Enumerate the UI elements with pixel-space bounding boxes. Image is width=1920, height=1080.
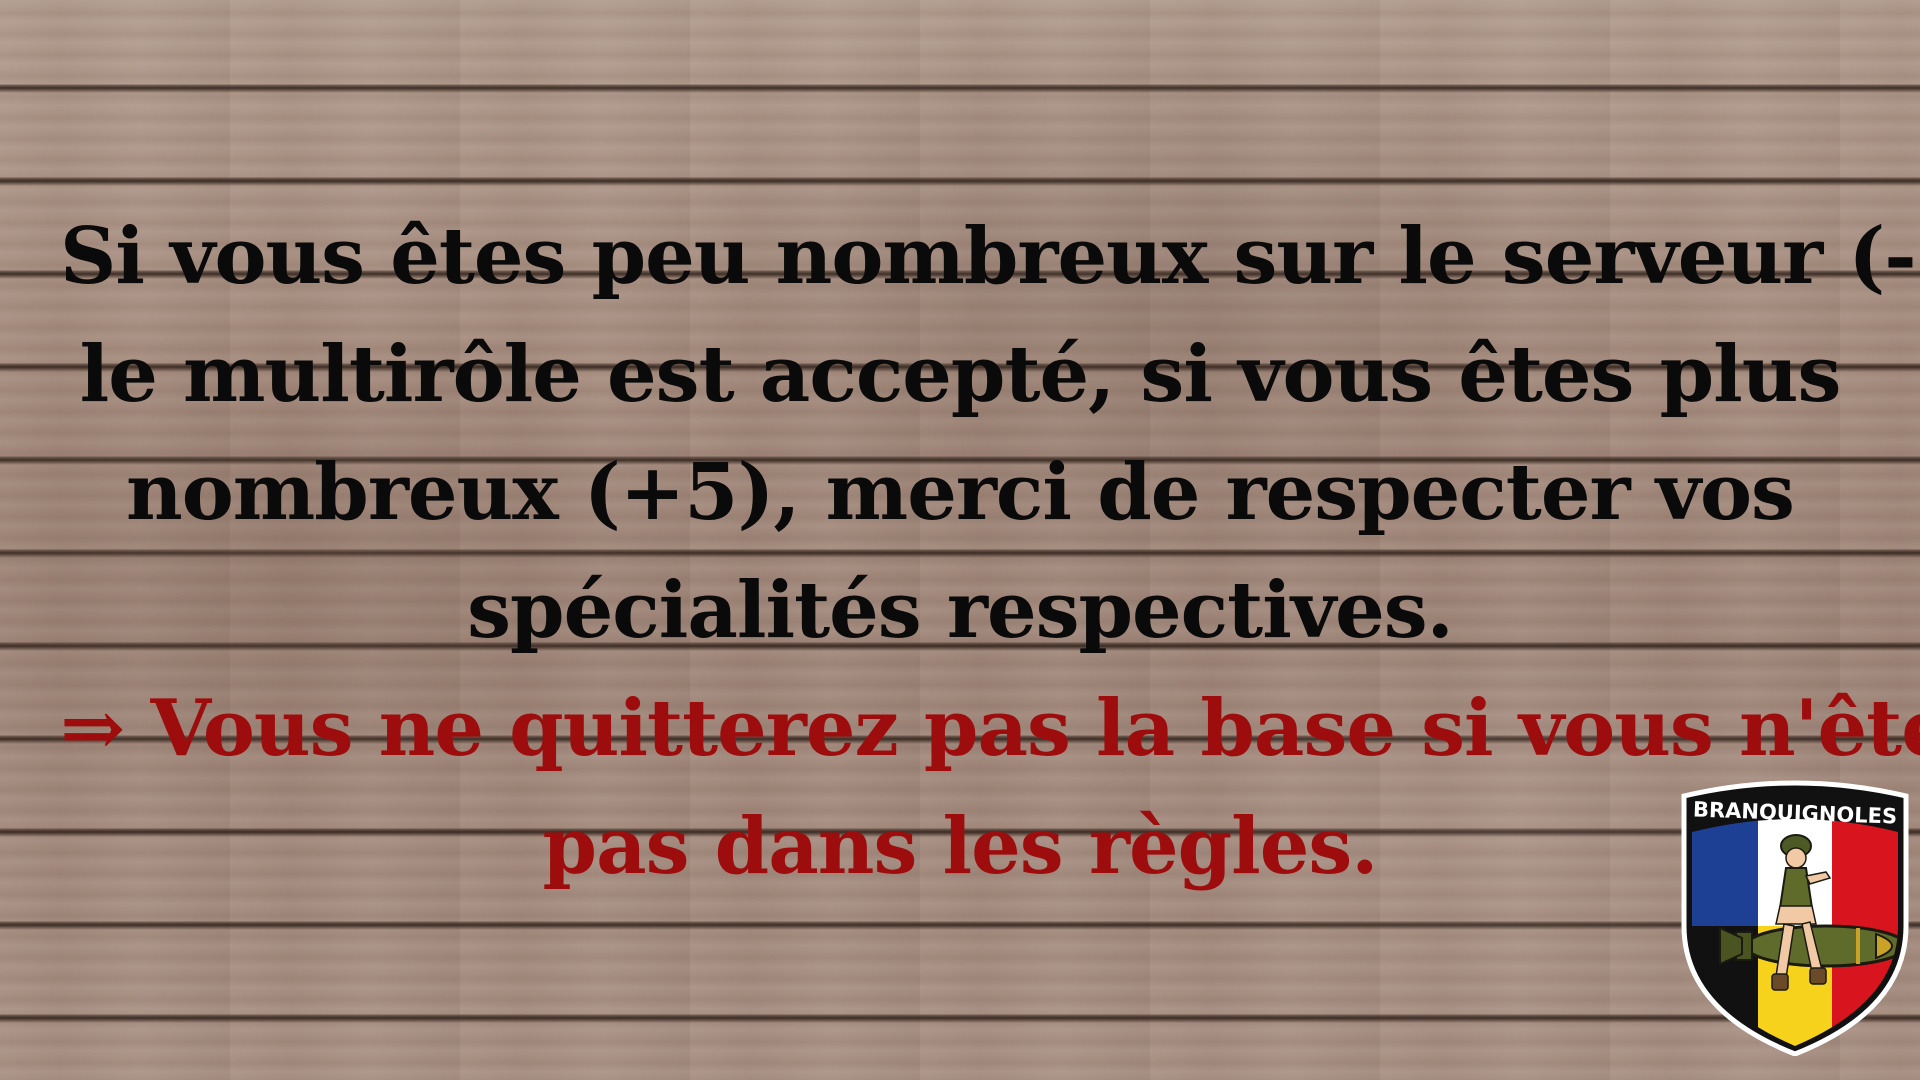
message-line-3: nombreux (+5), merci de respecter vos	[126, 447, 1795, 538]
message-line-1: Si vous êtes peu nombreux sur le serveur…	[60, 211, 1920, 302]
branquignoles-logo-badge: BRANQUIGNOLES	[1681, 780, 1909, 1056]
warning-line-1: ⇒ Vous ne quitterez pas la base si vous …	[60, 683, 1920, 774]
message-line-2: le multirôle est accepté, si vous êtes p…	[79, 329, 1842, 420]
message-line-4: spécialités respectives.	[467, 565, 1454, 656]
warning-line-2: pas dans les règles.	[542, 801, 1379, 892]
rules-message: Si vous êtes peu nombreux sur le serveur…	[60, 198, 1920, 906]
